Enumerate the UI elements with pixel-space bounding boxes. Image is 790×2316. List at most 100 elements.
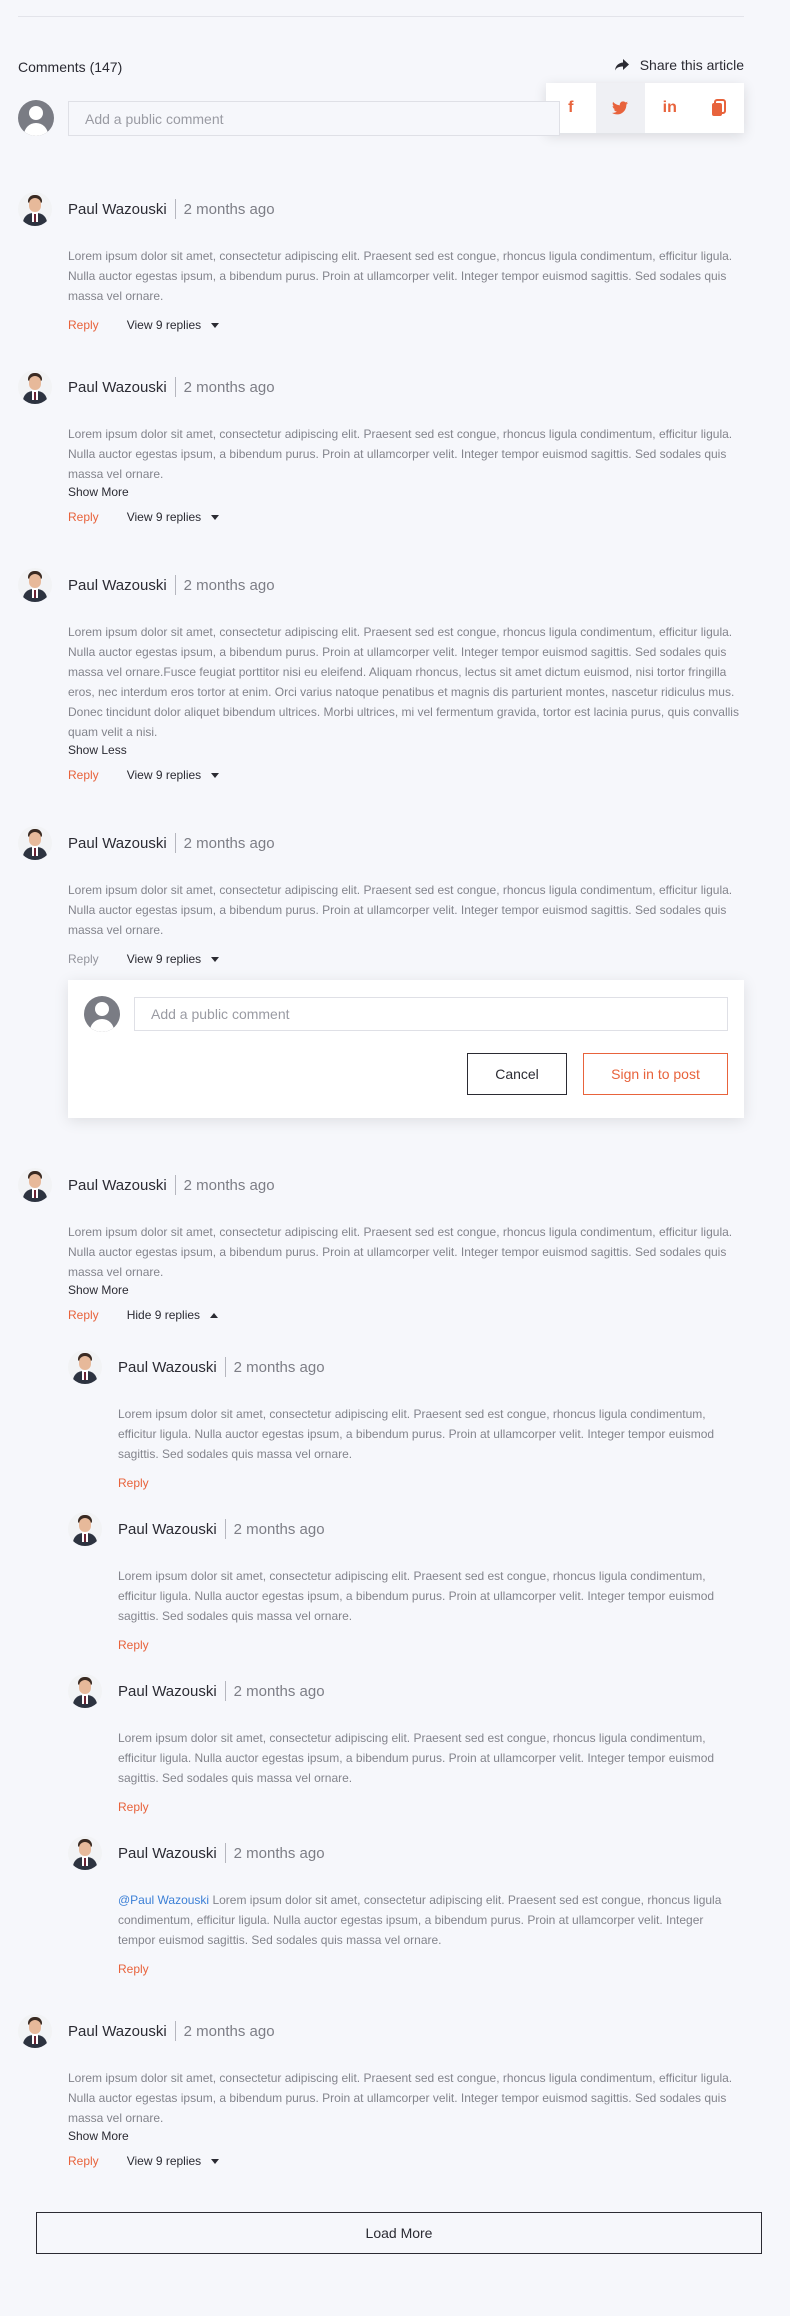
reply-button[interactable]: Reply <box>118 1962 149 1976</box>
comment-author[interactable]: Paul Wazouski <box>68 201 167 218</box>
divider <box>174 2021 176 2041</box>
comment-author[interactable]: Paul Wazouski <box>118 1683 217 1700</box>
chevron-down-icon <box>211 956 220 962</box>
comment-body: Lorem ipsum dolor sit amet, consectetur … <box>118 1731 715 1785</box>
comment-timestamp: 2 months ago <box>183 200 275 218</box>
view-replies-button[interactable]: View 9 replies <box>126 510 220 524</box>
comment-author[interactable]: Paul Wazouski <box>68 835 167 852</box>
comment-author[interactable]: Paul Wazouski <box>118 1359 217 1376</box>
twitter-icon <box>612 101 629 115</box>
comment-author[interactable]: Paul Wazouski <box>68 379 167 396</box>
current-user-avatar <box>18 100 54 136</box>
comment-timestamp: 2 months ago <box>183 576 275 594</box>
view-replies-button[interactable]: View 9 replies <box>127 318 220 332</box>
hide-replies-button[interactable]: Hide 9 replies <box>126 1308 219 1322</box>
reply-comment: Paul Wazouski 2 months ago @Paul Wazousk… <box>68 1836 744 1978</box>
reply-button[interactable]: Reply <box>68 2154 99 2168</box>
comment-author[interactable]: Paul Wazouski <box>68 1177 167 1194</box>
comment-author[interactable]: Paul Wazouski <box>118 1521 217 1538</box>
show-more-button[interactable]: Show More <box>68 1282 744 1298</box>
view-replies-label: View 9 replies <box>126 768 202 782</box>
comments-count-title: Comments (147) <box>18 59 123 75</box>
divider <box>174 377 176 397</box>
share-article-label: Share this article <box>639 57 744 73</box>
share-menu: f in <box>546 83 744 133</box>
view-replies-label: View 9 replies <box>126 952 202 966</box>
comment-body: Lorem ipsum dolor sit amet, consectetur … <box>118 1569 715 1623</box>
comment: Paul Wazouski 2 months ago Lorem ipsum d… <box>18 192 744 334</box>
view-replies-button[interactable]: View 9 replies <box>126 952 220 966</box>
comments-header: Comments (147) Share this article <box>18 57 744 79</box>
hide-replies-label: Hide 9 replies <box>126 1308 201 1322</box>
comment-text: Lorem ipsum dolor sit amet, consectetur … <box>118 1893 722 1947</box>
avatar[interactable] <box>18 2014 52 2048</box>
divider <box>224 1519 226 1539</box>
divider <box>224 1681 226 1701</box>
comment-author[interactable]: Paul Wazouski <box>118 1845 217 1862</box>
divider <box>174 575 176 595</box>
add-comment-input[interactable] <box>68 101 560 136</box>
view-replies-button[interactable]: View 9 replies <box>126 768 220 782</box>
divider <box>174 833 176 853</box>
reply-button[interactable]: Reply <box>118 1800 149 1814</box>
reply-input[interactable] <box>134 997 728 1031</box>
copy-link-icon <box>712 99 727 116</box>
cancel-button[interactable]: Cancel <box>467 1053 567 1095</box>
avatar[interactable] <box>18 826 52 860</box>
show-more-button[interactable]: Show More <box>68 2128 744 2144</box>
reply-button[interactable]: Reply <box>68 318 99 332</box>
reply-comment: Paul Wazouski 2 months ago Lorem ipsum d… <box>68 1350 744 1492</box>
comment-author[interactable]: Paul Wazouski <box>68 577 167 594</box>
comment-author[interactable]: Paul Wazouski <box>68 2023 167 2040</box>
sign-in-to-post-button[interactable]: Sign in to post <box>583 1053 728 1095</box>
avatar[interactable] <box>18 370 52 404</box>
comment: Paul Wazouski 2 months ago Lorem ipsum d… <box>18 568 744 784</box>
avatar[interactable] <box>68 1836 102 1870</box>
comment-body: Lorem ipsum dolor sit amet, consectetur … <box>68 883 733 937</box>
avatar[interactable] <box>18 192 52 226</box>
reply-button[interactable]: Reply <box>68 510 99 524</box>
comment: Paul Wazouski 2 months ago Lorem ipsum d… <box>18 370 744 526</box>
show-less-button[interactable]: Show Less <box>68 742 744 758</box>
comment-body: Lorem ipsum dolor sit amet, consectetur … <box>68 625 739 739</box>
show-more-button[interactable]: Show More <box>68 484 744 500</box>
comment-timestamp: 2 months ago <box>183 378 275 396</box>
view-replies-label: View 9 replies <box>126 2154 202 2168</box>
facebook-icon: f <box>568 99 574 116</box>
copy-link-button[interactable] <box>695 83 745 133</box>
avatar[interactable] <box>18 1168 52 1202</box>
load-more-button[interactable]: Load More <box>36 2212 762 2254</box>
chevron-down-icon <box>211 322 220 328</box>
avatar[interactable] <box>68 1674 102 1708</box>
comment-timestamp: 2 months ago <box>183 1176 275 1194</box>
top-divider <box>18 16 744 17</box>
reply-button[interactable]: Reply <box>118 1476 149 1490</box>
user-mention-link[interactable]: @Paul Wazouski <box>118 1893 209 1907</box>
avatar[interactable] <box>68 1350 102 1384</box>
view-replies-label: View 9 replies <box>126 510 202 524</box>
avatar[interactable] <box>18 568 52 602</box>
chevron-up-icon <box>210 1312 219 1318</box>
avatar[interactable] <box>68 1512 102 1546</box>
twitter-share-button[interactable] <box>595 83 645 133</box>
share-article-button[interactable]: Share this article <box>614 57 744 73</box>
reply-button[interactable]: Reply <box>68 768 99 782</box>
comment-timestamp: 2 months ago <box>233 1844 325 1862</box>
comment-body: Lorem ipsum dolor sit amet, consectetur … <box>68 1225 733 1279</box>
divider <box>174 199 176 219</box>
comment-body: Lorem ipsum dolor sit amet, consectetur … <box>68 427 733 481</box>
linkedin-icon: in <box>662 99 677 116</box>
comment-timestamp: 2 months ago <box>233 1682 325 1700</box>
chevron-down-icon <box>211 514 220 520</box>
reply-button[interactable]: Reply <box>118 1638 149 1652</box>
chevron-down-icon <box>211 772 220 778</box>
reply-button[interactable]: Reply <box>68 1308 99 1322</box>
share-arrow-icon <box>614 59 629 71</box>
comment: Paul Wazouski 2 months ago Lorem ipsum d… <box>18 1168 744 1324</box>
view-replies-button[interactable]: View 9 replies <box>126 2154 220 2168</box>
comment-body: Lorem ipsum dolor sit amet, consectetur … <box>118 1407 715 1461</box>
linkedin-share-button[interactable]: in <box>645 83 695 133</box>
current-user-avatar <box>84 996 120 1032</box>
reply-comment: Paul Wazouski 2 months ago Lorem ipsum d… <box>68 1512 744 1654</box>
reply-button[interactable]: Reply <box>68 952 99 966</box>
